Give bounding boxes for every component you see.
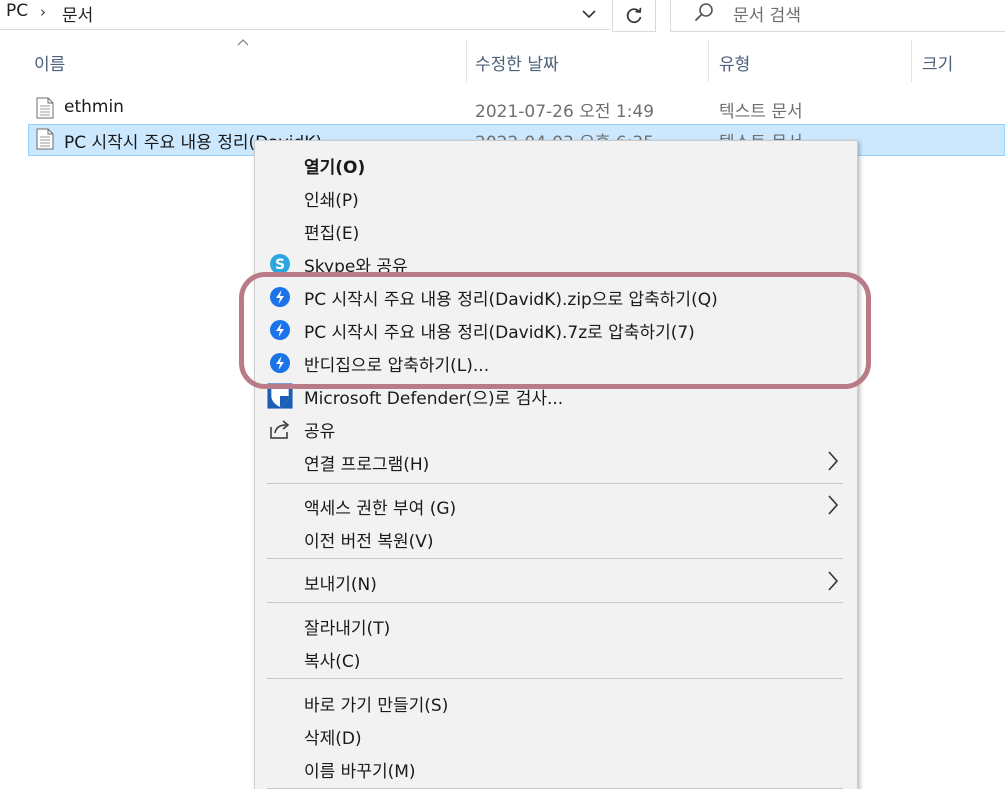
column-header-date[interactable]: 수정한 날짜 bbox=[467, 40, 708, 84]
menu-item-cut[interactable]: 잘라내기(T) bbox=[255, 609, 857, 642]
menu-item-label: 바로 가기 만들기(S) bbox=[304, 696, 449, 716]
chevron-right-icon bbox=[828, 451, 839, 471]
column-header-name-label: 이름 bbox=[34, 55, 66, 75]
column-header-size-label: 크기 bbox=[922, 55, 954, 75]
menu-item-share[interactable]: 공유 bbox=[255, 412, 857, 445]
menu-item-open-with[interactable]: 연결 프로그램(H) bbox=[255, 445, 857, 478]
file-row[interactable]: ethmin 2021-07-26 오전 1:49 텍스트 문서 bbox=[28, 93, 1005, 125]
menu-item-label: 이름 바꾸기(M) bbox=[304, 762, 416, 782]
text-file-icon bbox=[36, 128, 54, 150]
menu-item-label: 열기(O) bbox=[304, 158, 366, 178]
menu-item-rename[interactable]: 이름 바꾸기(M) bbox=[255, 752, 857, 785]
search-icon bbox=[694, 3, 713, 22]
file-date: 2021-07-26 오전 1:49 bbox=[475, 102, 655, 122]
menu-item-label: 이전 버전 복원(V) bbox=[304, 532, 434, 552]
file-type: 텍스트 문서 bbox=[719, 102, 803, 122]
breadcrumb-separator: › bbox=[40, 3, 46, 21]
column-header-type-label: 유형 bbox=[719, 55, 751, 75]
refresh-icon bbox=[626, 7, 642, 23]
menu-item-edit[interactable]: 편집(E) bbox=[255, 214, 857, 247]
menu-separator bbox=[267, 558, 843, 559]
breadcrumb-documents[interactable]: 문서 bbox=[62, 1, 93, 26]
highlight-annotation bbox=[239, 272, 871, 389]
menu-item-label: 연결 프로그램(H) bbox=[304, 455, 430, 475]
column-header-size[interactable]: 크기 bbox=[912, 40, 1005, 84]
context-menu: 열기(O) 인쇄(P) 편집(E) S Skype와 공유 PC 시작시 주요 … bbox=[254, 140, 858, 789]
menu-item-give-access[interactable]: 액세스 권한 부여 (G) bbox=[255, 489, 857, 522]
svg-text:S: S bbox=[275, 257, 285, 273]
column-header-type[interactable]: 유형 bbox=[709, 40, 911, 84]
menu-item-label: 편집(E) bbox=[304, 224, 360, 244]
search-placeholder: 문서 검색 bbox=[733, 6, 801, 26]
menu-item-delete[interactable]: 삭제(D) bbox=[255, 719, 857, 752]
column-header-name[interactable]: 이름 bbox=[28, 40, 466, 84]
sort-ascending-icon bbox=[237, 39, 249, 46]
menu-item-print[interactable]: 인쇄(P) bbox=[255, 181, 857, 214]
menu-separator bbox=[267, 602, 843, 603]
menu-separator bbox=[267, 483, 843, 484]
chevron-right-icon bbox=[828, 495, 839, 515]
menu-item-send-to[interactable]: 보내기(N) bbox=[255, 565, 857, 598]
share-icon bbox=[267, 416, 293, 442]
menu-separator bbox=[267, 678, 843, 679]
menu-item-label: 액세스 권한 부여 (G) bbox=[304, 499, 457, 519]
menu-item-label: 공유 bbox=[304, 422, 336, 442]
menu-item-label: 인쇄(P) bbox=[304, 191, 359, 211]
breadcrumb-pc[interactable]: PC bbox=[6, 1, 28, 21]
menu-item-create-shortcut[interactable]: 바로 가기 만들기(S) bbox=[255, 686, 857, 719]
refresh-button[interactable] bbox=[612, 0, 656, 32]
column-header-date-label: 수정한 날짜 bbox=[475, 55, 559, 75]
address-dropdown-button[interactable] bbox=[572, 0, 606, 28]
text-file-icon bbox=[36, 97, 54, 119]
menu-item-open[interactable]: 열기(O) bbox=[255, 148, 857, 181]
menu-item-label: 보내기(N) bbox=[304, 575, 377, 595]
chevron-right-icon bbox=[828, 571, 839, 591]
address-bar: PC › 문서 문서 검색 bbox=[0, 0, 1005, 32]
breadcrumb[interactable]: PC › 문서 bbox=[0, 0, 610, 30]
search-input[interactable]: 문서 검색 bbox=[670, 0, 1005, 32]
chevron-down-icon bbox=[582, 9, 596, 18]
menu-item-restore-previous[interactable]: 이전 버전 복원(V) bbox=[255, 522, 857, 555]
menu-item-label: 삭제(D) bbox=[304, 729, 362, 749]
menu-item-label: 잘라내기(T) bbox=[304, 619, 391, 639]
menu-item-label: 복사(C) bbox=[304, 652, 361, 672]
file-name: ethmin bbox=[64, 97, 124, 117]
menu-item-copy[interactable]: 복사(C) bbox=[255, 642, 857, 675]
